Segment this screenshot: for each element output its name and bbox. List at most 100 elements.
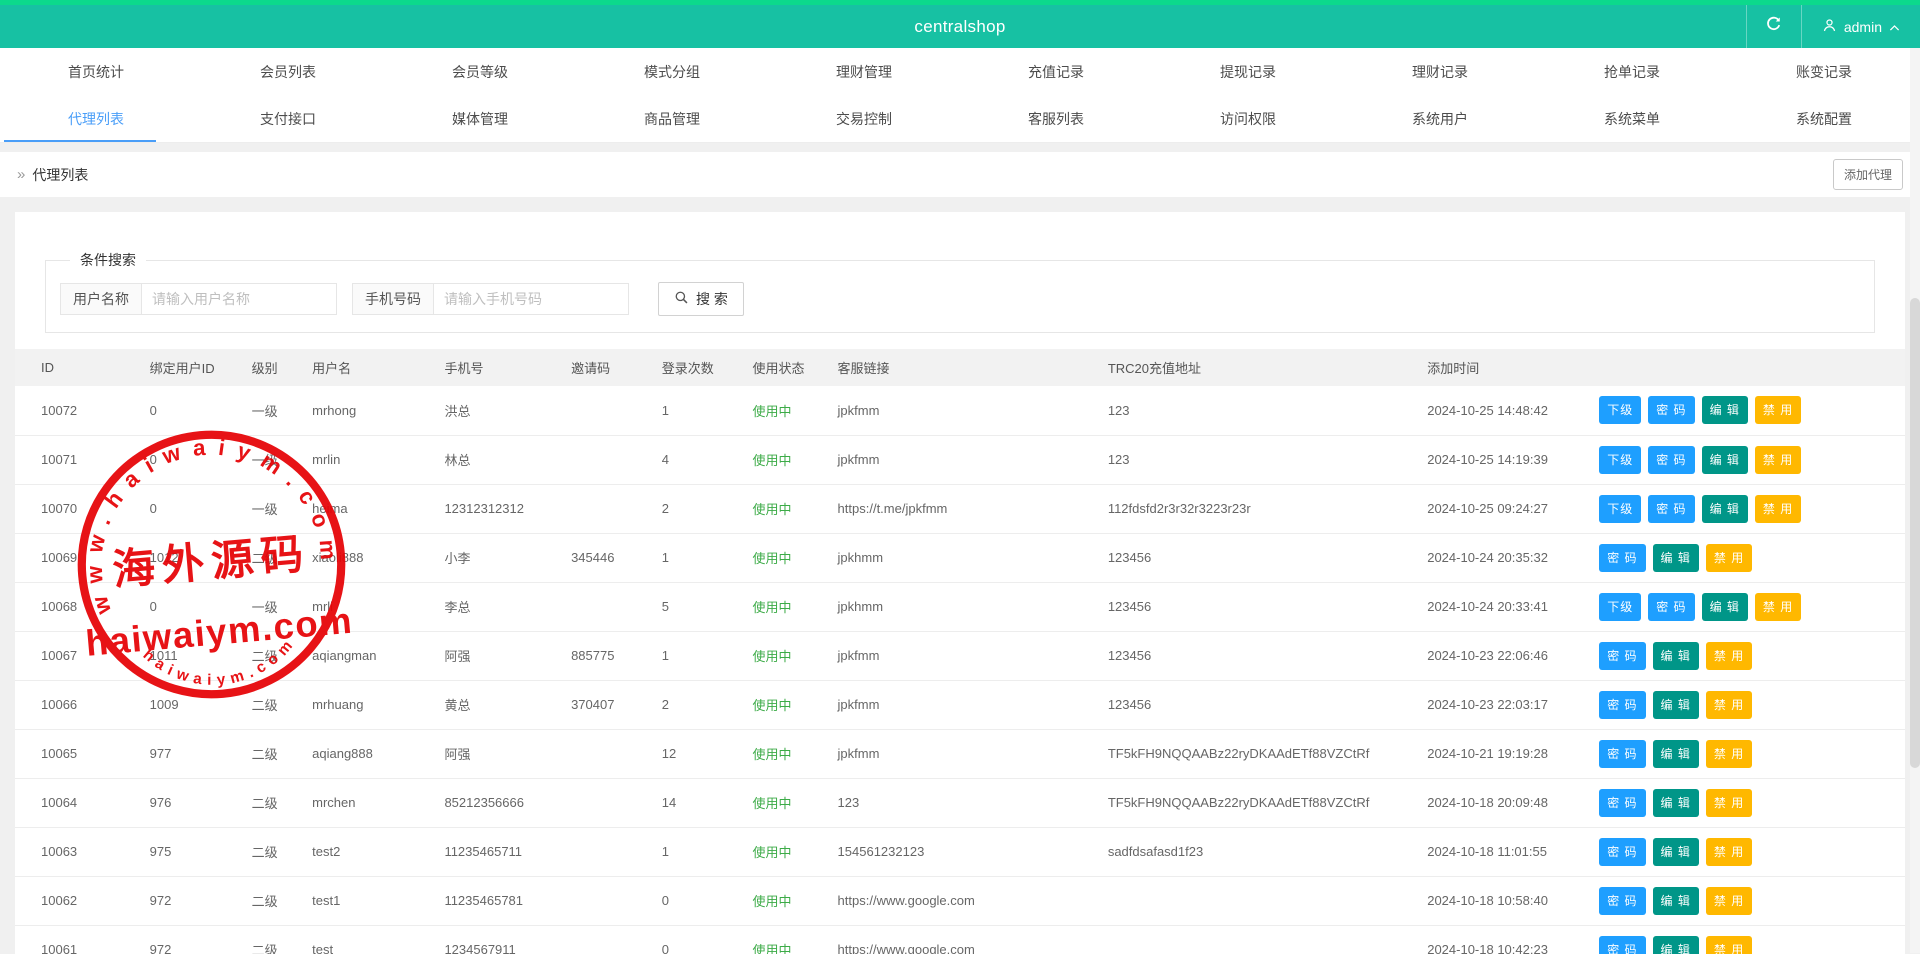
edit-button[interactable]: 编 辑	[1702, 495, 1748, 523]
edit-button[interactable]: 编 辑	[1702, 446, 1748, 474]
disable-button[interactable]: 禁 用	[1706, 691, 1752, 719]
edit-button[interactable]: 编 辑	[1653, 642, 1699, 670]
cell-id: 10063	[15, 827, 142, 876]
password-button[interactable]: 密 码	[1648, 446, 1694, 474]
password-button[interactable]: 密 码	[1648, 593, 1694, 621]
disable-button[interactable]: 禁 用	[1706, 740, 1752, 768]
nav-item[interactable]: 系统菜单	[1536, 95, 1728, 142]
table-row: 100700一级heima123123123122使用中https://t.me…	[15, 484, 1905, 533]
cell-created-at: 2024-10-24 20:35:32	[1419, 533, 1591, 582]
sub-agents-button[interactable]: 下级	[1599, 446, 1641, 474]
edit-button[interactable]: 编 辑	[1653, 838, 1699, 866]
nav-item[interactable]: 提现记录	[1152, 48, 1344, 95]
nav-item[interactable]: 会员等级	[384, 48, 576, 95]
disable-button[interactable]: 禁 用	[1755, 446, 1801, 474]
nav-item[interactable]: 代理列表	[0, 95, 192, 142]
cell-service-link: https://t.me/jpkfmm	[830, 484, 1100, 533]
nav-item[interactable]: 首页统计	[0, 48, 192, 95]
cell-created-at: 2024-10-21 19:19:28	[1419, 729, 1591, 778]
search-row: 用户名称 手机号码 搜 索	[60, 282, 1860, 316]
cell-username: mrli	[304, 582, 436, 631]
cell-id: 10070	[15, 484, 142, 533]
nav-item[interactable]: 支付接口	[192, 95, 384, 142]
cell-created-at: 2024-10-25 14:48:42	[1419, 386, 1591, 435]
nav-item[interactable]: 访问权限	[1152, 95, 1344, 142]
edit-button[interactable]: 编 辑	[1702, 396, 1748, 424]
edit-button[interactable]: 编 辑	[1653, 936, 1699, 954]
cell-username: xiaoli888	[304, 533, 436, 582]
cell-id: 10068	[15, 582, 142, 631]
cell-created-at: 2024-10-18 10:42:23	[1419, 925, 1591, 954]
column-header: TRC20充值地址	[1100, 349, 1419, 386]
nav-item[interactable]: 抢单记录	[1536, 48, 1728, 95]
disable-button[interactable]: 禁 用	[1706, 789, 1752, 817]
password-button[interactable]: 密 码	[1599, 789, 1645, 817]
disable-button[interactable]: 禁 用	[1706, 936, 1752, 954]
password-button[interactable]: 密 码	[1599, 691, 1645, 719]
nav-item[interactable]: 充值记录	[960, 48, 1152, 95]
cell-trc20-address: sadfdsafasd1f23	[1100, 827, 1419, 876]
nav-item[interactable]: 理财记录	[1344, 48, 1536, 95]
scrollbar-thumb[interactable]	[1910, 298, 1920, 768]
cell-login-count: 5	[654, 582, 745, 631]
password-button[interactable]: 密 码	[1599, 838, 1645, 866]
disable-button[interactable]: 禁 用	[1706, 642, 1752, 670]
cell-trc20-address: 123456	[1100, 582, 1419, 631]
breadcrumb-bar: » 代理列表 添加代理	[0, 152, 1920, 197]
password-button[interactable]: 密 码	[1599, 544, 1645, 572]
cell-invite-code: 885775	[563, 631, 654, 680]
disable-button[interactable]: 禁 用	[1706, 887, 1752, 915]
nav-item[interactable]: 媒体管理	[384, 95, 576, 142]
disable-button[interactable]: 禁 用	[1706, 544, 1752, 572]
vertical-scrollbar[interactable]	[1910, 48, 1920, 953]
phone-input[interactable]	[434, 283, 629, 315]
cell-invite-code	[563, 876, 654, 925]
disable-button[interactable]: 禁 用	[1706, 838, 1752, 866]
table-row: 10061972二级test12345679110使用中https://www.…	[15, 925, 1905, 954]
password-button[interactable]: 密 码	[1648, 495, 1694, 523]
cell-login-count: 0	[654, 876, 745, 925]
password-button[interactable]: 密 码	[1599, 740, 1645, 768]
disable-button[interactable]: 禁 用	[1755, 396, 1801, 424]
column-header: 客服链接	[830, 349, 1100, 386]
cell-username: test	[304, 925, 436, 954]
user-menu[interactable]: admin	[1801, 5, 1920, 48]
search-button[interactable]: 搜 索	[658, 282, 744, 316]
nav-item[interactable]: 客服列表	[960, 95, 1152, 142]
password-button[interactable]: 密 码	[1648, 396, 1694, 424]
nav-item[interactable]: 理财管理	[768, 48, 960, 95]
disable-button[interactable]: 禁 用	[1755, 593, 1801, 621]
nav-item[interactable]: 商品管理	[576, 95, 768, 142]
edit-button[interactable]: 编 辑	[1653, 887, 1699, 915]
nav-item[interactable]: 会员列表	[192, 48, 384, 95]
edit-button[interactable]: 编 辑	[1702, 593, 1748, 621]
password-button[interactable]: 密 码	[1599, 887, 1645, 915]
cell-invite-code: 370407	[563, 680, 654, 729]
sub-agents-button[interactable]: 下级	[1599, 396, 1641, 424]
cell-trc20-address: 123456	[1100, 533, 1419, 582]
username-input[interactable]	[142, 283, 337, 315]
sub-agents-button[interactable]: 下级	[1599, 593, 1641, 621]
nav-item[interactable]: 模式分组	[576, 48, 768, 95]
password-button[interactable]: 密 码	[1599, 642, 1645, 670]
edit-button[interactable]: 编 辑	[1653, 740, 1699, 768]
disable-button[interactable]: 禁 用	[1755, 495, 1801, 523]
refresh-button[interactable]	[1746, 5, 1801, 48]
add-agent-button[interactable]: 添加代理	[1833, 159, 1903, 190]
password-button[interactable]: 密 码	[1599, 936, 1645, 954]
nav-item[interactable]: 交易控制	[768, 95, 960, 142]
sub-agents-button[interactable]: 下级	[1599, 495, 1641, 523]
edit-button[interactable]: 编 辑	[1653, 544, 1699, 572]
nav-item[interactable]: 账变记录	[1728, 48, 1920, 95]
cell-phone: 12312312312	[436, 484, 563, 533]
cell-id: 10065	[15, 729, 142, 778]
edit-button[interactable]: 编 辑	[1653, 691, 1699, 719]
nav-item[interactable]: 系统配置	[1728, 95, 1920, 142]
cell-service-link: 154561232123	[830, 827, 1100, 876]
nav-item[interactable]: 系统用户	[1344, 95, 1536, 142]
cell-bind-id: 0	[142, 386, 244, 435]
cell-id: 10071	[15, 435, 142, 484]
cell-bind-id: 1011	[142, 631, 244, 680]
edit-button[interactable]: 编 辑	[1653, 789, 1699, 817]
cell-bind-id: 976	[142, 778, 244, 827]
